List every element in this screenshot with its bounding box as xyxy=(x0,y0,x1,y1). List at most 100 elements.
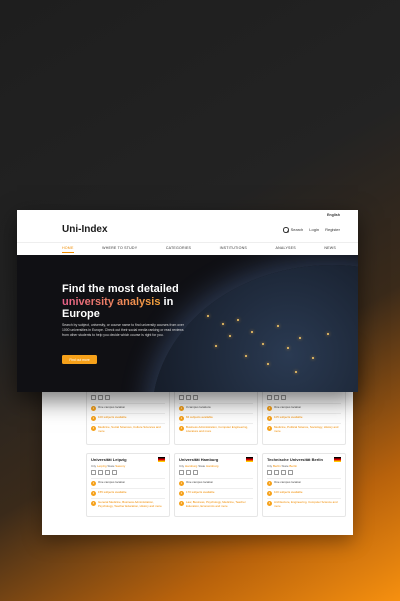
city-label: City xyxy=(91,464,97,468)
social-icon[interactable] xyxy=(274,470,279,475)
nav-item-analyses[interactable]: ANALYSES xyxy=(276,246,296,253)
feature-link[interactable]: 100 subjects available xyxy=(274,490,302,495)
search-icon xyxy=(283,227,289,233)
feature-row: 2 155 subjects available xyxy=(91,488,165,498)
social-icon[interactable] xyxy=(98,395,103,400)
header: English Uni-Index Search Login Register xyxy=(17,210,358,242)
social-icon[interactable] xyxy=(179,470,184,475)
social-icon[interactable] xyxy=(274,395,279,400)
university-card[interactable]: Technische Universität Berlin City Berli… xyxy=(262,453,346,517)
university-card-header: Universität Hamburg xyxy=(179,457,253,462)
social-icon[interactable] xyxy=(193,395,198,400)
feature-link[interactable]: Law, Business, Psychology, Medicine, Tea… xyxy=(186,500,253,508)
social-icon[interactable] xyxy=(105,470,110,475)
state-label: State xyxy=(281,464,289,468)
hero-title-line: Find the most detailed xyxy=(62,283,179,295)
university-card[interactable]: City Berlin State Berlin 1One campus loc… xyxy=(86,383,170,445)
feature-row: 2 170 subjects available xyxy=(179,488,253,498)
university-card[interactable]: Universität Leipzig City Leipzig State S… xyxy=(86,453,170,517)
city-value[interactable]: Berlin xyxy=(273,464,281,468)
feature-row: 1 One campus location xyxy=(267,403,341,413)
social-icon[interactable] xyxy=(91,395,96,400)
social-icons xyxy=(91,395,165,400)
feature-link[interactable]: 170 subjects available xyxy=(186,490,214,495)
social-icon[interactable] xyxy=(186,395,191,400)
nav-item-news[interactable]: NEWS xyxy=(324,246,336,253)
social-icon[interactable] xyxy=(98,470,103,475)
feature-link[interactable]: 84 subjects available xyxy=(186,415,213,420)
hero-banner: Find the most detailed university analys… xyxy=(17,255,358,392)
feature-link[interactable]: General Medicine, Business Administratio… xyxy=(98,500,165,508)
social-icon[interactable] xyxy=(105,395,110,400)
nav-item-institutions[interactable]: INSTITUTIONS xyxy=(220,246,247,253)
feature-row: 3 General Medicine, Business Administrati… xyxy=(91,498,165,510)
search-button[interactable]: Search xyxy=(283,227,303,233)
social-icon[interactable] xyxy=(288,470,293,475)
nav-item-categories[interactable]: CATEGORIES xyxy=(166,246,191,253)
hero-title-line: Europe xyxy=(62,308,100,320)
feature-row: 3 Business Administration, Computer Engin… xyxy=(179,423,253,435)
language-switch[interactable]: English xyxy=(327,213,340,217)
social-icon[interactable] xyxy=(267,470,272,475)
feature-text: One campus location xyxy=(98,480,126,484)
social-icons xyxy=(267,470,341,475)
header-actions: Search Login Register xyxy=(283,227,340,233)
state-value[interactable]: Saxony xyxy=(115,464,125,468)
feature-row: 3 Medicine, Political Science, Sociology,… xyxy=(267,423,341,435)
feature-link[interactable]: Business Administration, Computer Engine… xyxy=(186,425,253,433)
university-card[interactable]: City Frankfurt am Main State Hessen 13 c… xyxy=(174,383,258,445)
state-value[interactable]: Berlin xyxy=(289,464,297,468)
feature-link[interactable]: Medicine, Social Sciences, Culture Scien… xyxy=(98,425,165,433)
feature-row: 3 Architecture, Engineering, Computer Sci… xyxy=(267,498,341,510)
university-name[interactable]: Universität Hamburg xyxy=(179,457,218,462)
social-icon[interactable] xyxy=(112,470,117,475)
social-icon[interactable] xyxy=(267,395,272,400)
site-logo[interactable]: Uni-Index xyxy=(62,224,108,235)
hero-description: Search by subject, university, or course… xyxy=(62,323,184,337)
register-link[interactable]: Register xyxy=(325,227,340,232)
university-meta: City Berlin State Berlin xyxy=(267,464,341,468)
campus-icon: 1 xyxy=(179,406,184,411)
university-card[interactable]: City Bonn State NRW 1One campus location… xyxy=(262,383,346,445)
categories-icon: 3 xyxy=(91,426,96,431)
login-link[interactable]: Login xyxy=(309,227,319,232)
social-icon[interactable] xyxy=(179,395,184,400)
germany-flag-icon xyxy=(246,457,253,462)
campus-icon: 1 xyxy=(267,481,272,486)
city-value[interactable]: Leipzig xyxy=(97,464,107,468)
feature-link[interactable]: 155 subjects available xyxy=(98,490,126,495)
social-icon[interactable] xyxy=(193,470,198,475)
feature-row: 1 One campus location xyxy=(267,478,341,488)
subjects-icon: 2 xyxy=(267,491,272,496)
feature-link[interactable]: 105 subjects available xyxy=(274,415,302,420)
feature-row: 2 100 subjects available xyxy=(91,413,165,423)
university-card-header: Technische Universität Berlin xyxy=(267,457,341,462)
social-icons xyxy=(179,395,253,400)
feature-row: 1 One campus location xyxy=(91,478,165,488)
categories-icon: 3 xyxy=(267,426,272,431)
university-meta: City Leipzig State Saxony xyxy=(91,464,165,468)
feature-link[interactable]: Medicine, Political Science, Sociology, … xyxy=(274,425,341,433)
nav-item-where-to-study[interactable]: WHERE TO STUDY xyxy=(102,246,137,253)
university-card[interactable]: Universität Hamburg City Hamburg State H… xyxy=(174,453,258,517)
university-name[interactable]: Technische Universität Berlin xyxy=(267,457,323,462)
feature-row: 3 Medicine, Social Sciences, Culture Scie… xyxy=(91,423,165,435)
subjects-icon: 2 xyxy=(91,416,96,421)
nav-item-home[interactable]: HOME xyxy=(62,246,74,253)
subjects-icon: 2 xyxy=(179,416,184,421)
find-out-more-button[interactable]: Find out more xyxy=(62,355,97,364)
city-value[interactable]: Hamburg xyxy=(185,464,197,468)
campus-icon: 1 xyxy=(179,481,184,486)
state-value[interactable]: Hamburg xyxy=(206,464,218,468)
feature-row: 3 Law, Business, Psychology, Medicine, Te… xyxy=(179,498,253,510)
social-icon[interactable] xyxy=(186,470,191,475)
social-icons xyxy=(267,395,341,400)
social-icon[interactable] xyxy=(281,395,286,400)
university-name[interactable]: Universität Leipzig xyxy=(91,457,127,462)
social-icon[interactable] xyxy=(281,470,286,475)
social-icon[interactable] xyxy=(91,470,96,475)
subjects-icon: 2 xyxy=(91,491,96,496)
categories-icon: 3 xyxy=(267,501,272,506)
feature-link[interactable]: Architecture, Engineering, Computer Scie… xyxy=(274,500,341,508)
feature-link[interactable]: 100 subjects available xyxy=(98,415,126,420)
